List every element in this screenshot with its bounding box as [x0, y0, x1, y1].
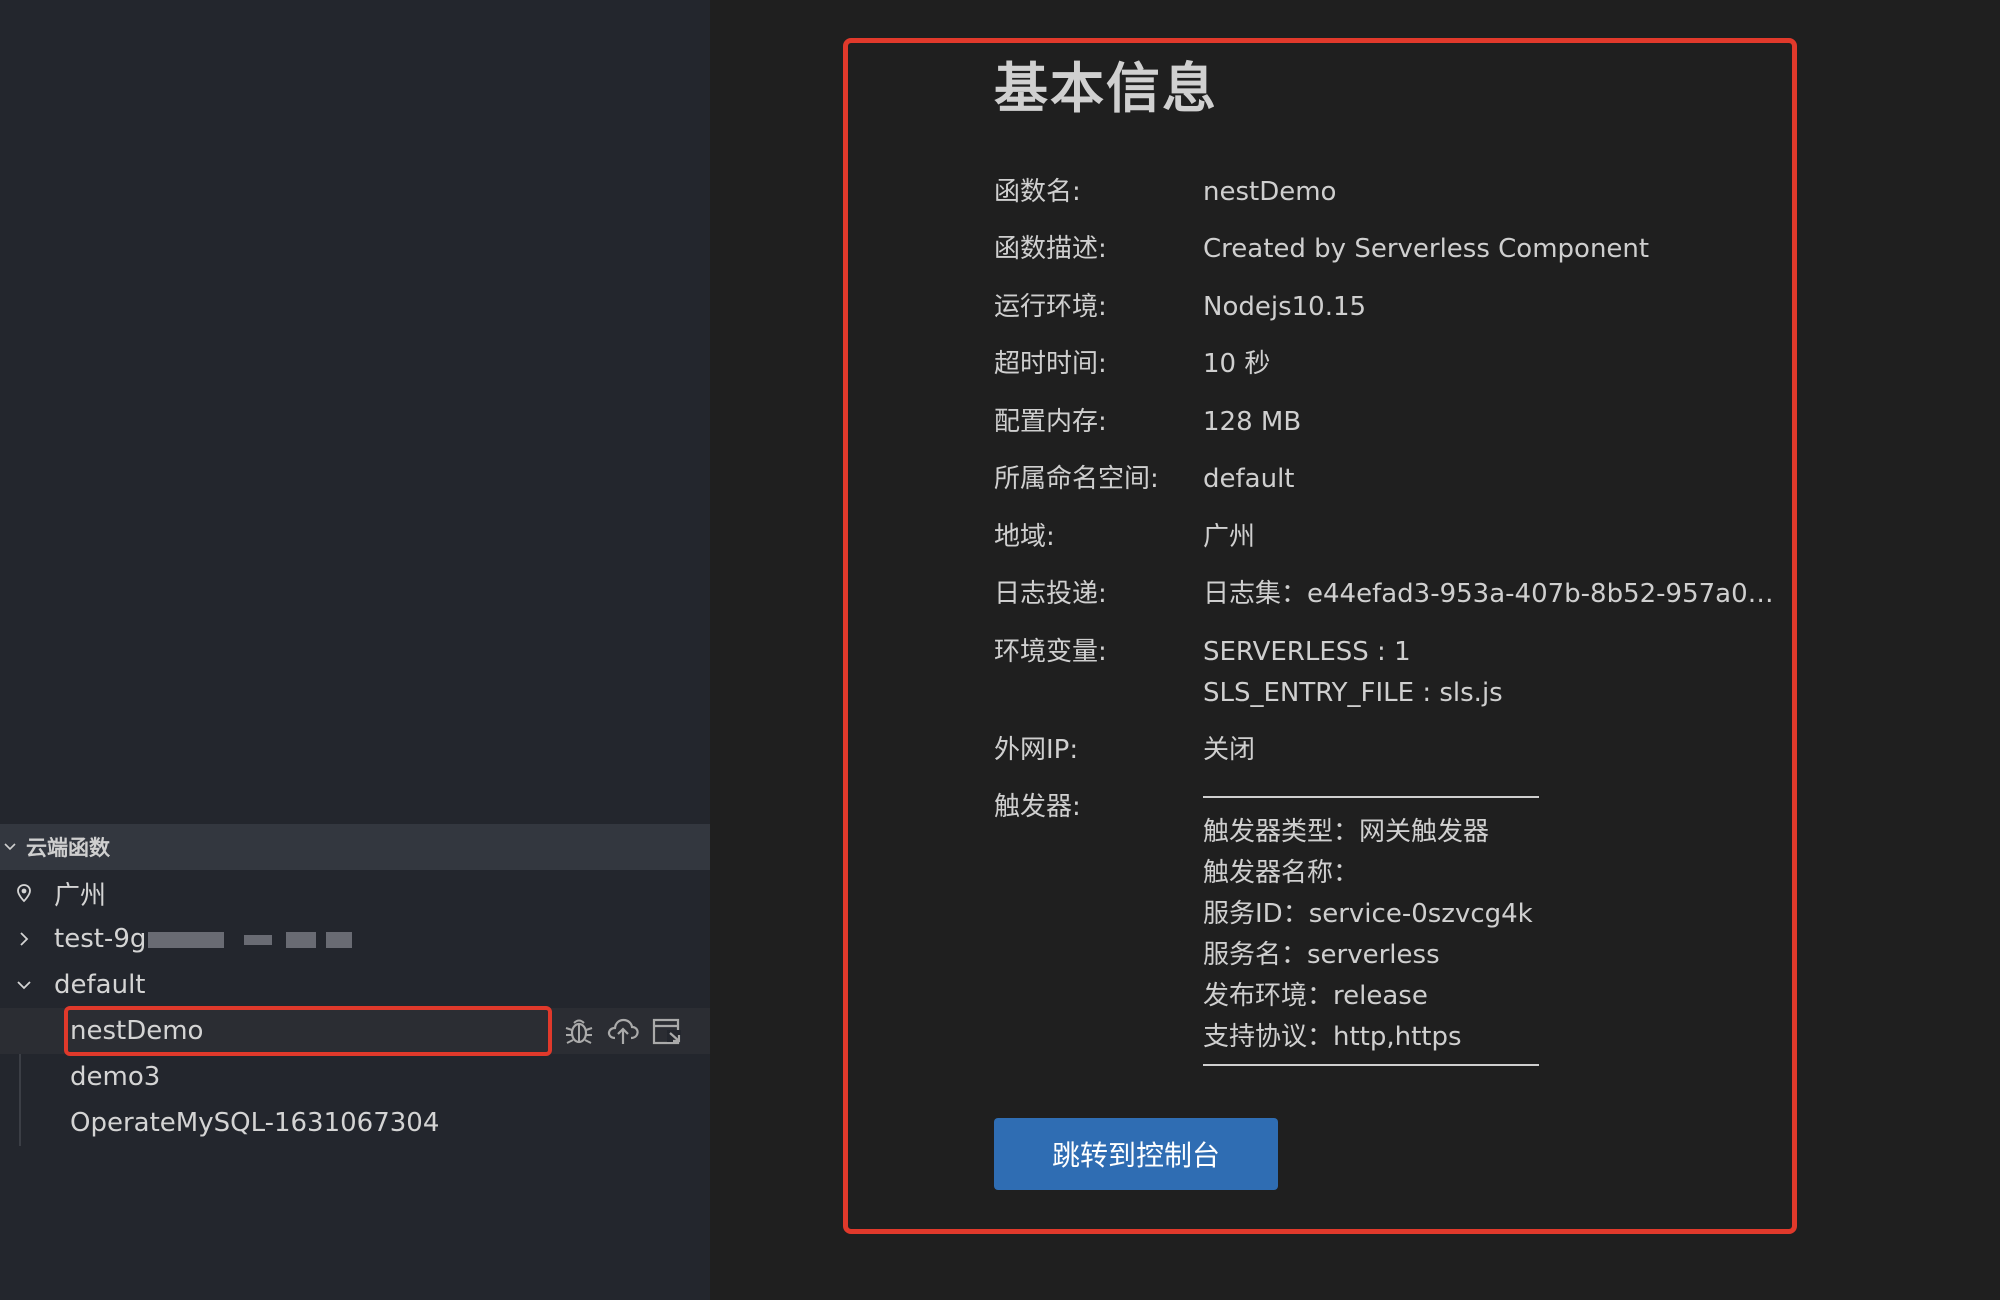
region-label: 广州: [54, 880, 107, 911]
chevron-down-icon: [17, 981, 31, 990]
cloud-functions-section-header[interactable]: 云端函数: [0, 824, 710, 870]
trigger-line: 服务名：serverless: [1203, 940, 1440, 970]
blurred-text: [148, 924, 353, 954]
field-value: Created by Serverless Component: [1203, 234, 1650, 264]
function-label: demo3: [70, 1062, 161, 1092]
env-var-line: SLS_ENTRY_FILE : sls.js: [1203, 678, 1503, 708]
cloud-upload-icon[interactable]: [606, 1014, 640, 1048]
field-label: 超时时间:: [994, 349, 1107, 379]
field-value: default: [1203, 464, 1295, 494]
field-label: 函数名:: [994, 177, 1081, 207]
field-label: 配置内存:: [994, 407, 1107, 437]
env-var-line: SERVERLESS : 1: [1203, 637, 1411, 667]
selection-highlight-box: [64, 1006, 552, 1056]
namespace-item-default[interactable]: default: [0, 962, 710, 1008]
explorer-sidebar: 云端函数 广州 test-9g default nestDemo demo3 O…: [0, 0, 710, 1300]
field-label: 地域:: [994, 522, 1055, 552]
section-title: 云端函数: [26, 836, 110, 860]
field-label: 运行环境:: [994, 292, 1107, 322]
trigger-line: 服务ID：service-0szvcg4k: [1203, 899, 1533, 929]
region-item[interactable]: 广州: [0, 870, 710, 916]
field-value: 128 MB: [1203, 407, 1302, 437]
field-value: 日志集：e44efad3-953a-407b-8b52-957a01...: [1203, 579, 1783, 609]
chevron-right-icon: [20, 932, 29, 946]
trigger-line: 支持协议：http,https: [1203, 1022, 1462, 1052]
chevron-down-icon: [4, 843, 16, 851]
field-label: 日志投递:: [994, 579, 1107, 609]
function-item-operatemysql[interactable]: OperateMySQL-1631067304: [0, 1100, 710, 1146]
namespace-label-wrapper: test-9g: [54, 924, 353, 954]
field-value: 广州: [1203, 522, 1256, 552]
field-label: 外网IP:: [994, 735, 1079, 765]
namespace-item-test[interactable]: test-9g: [0, 916, 710, 962]
field-label: 触发器:: [994, 792, 1081, 822]
trigger-details: 触发器类型：网关触发器 触发器名称： 服务ID：service-0szvcg4k…: [1203, 796, 1539, 1066]
field-label: 所属命名空间:: [994, 464, 1159, 494]
debug-icon[interactable]: [562, 1014, 596, 1048]
field-value: nestDemo: [1203, 177, 1337, 207]
function-row-actions: [562, 1013, 684, 1049]
field-value: Nodejs10.15: [1203, 292, 1367, 322]
location-pin-icon: [17, 884, 31, 903]
field-label: 函数描述:: [994, 234, 1107, 264]
open-panel-icon[interactable]: [650, 1014, 684, 1048]
go-to-console-button[interactable]: 跳转到控制台: [994, 1118, 1278, 1190]
trigger-line: 触发器类型：网关触发器: [1203, 817, 1490, 847]
function-item-demo3[interactable]: demo3: [0, 1054, 710, 1100]
field-value: 10 秒: [1203, 349, 1271, 379]
field-value: 关闭: [1203, 735, 1256, 765]
trigger-line: 触发器名称：: [1203, 858, 1360, 888]
function-label: OperateMySQL-1631067304: [70, 1108, 440, 1138]
namespace-label: test-9g: [54, 924, 147, 954]
trigger-line: 发布环境：release: [1203, 981, 1428, 1011]
namespace-label: default: [54, 970, 146, 1000]
page-title: 基本信息: [994, 57, 1218, 120]
field-label: 环境变量:: [994, 637, 1107, 667]
